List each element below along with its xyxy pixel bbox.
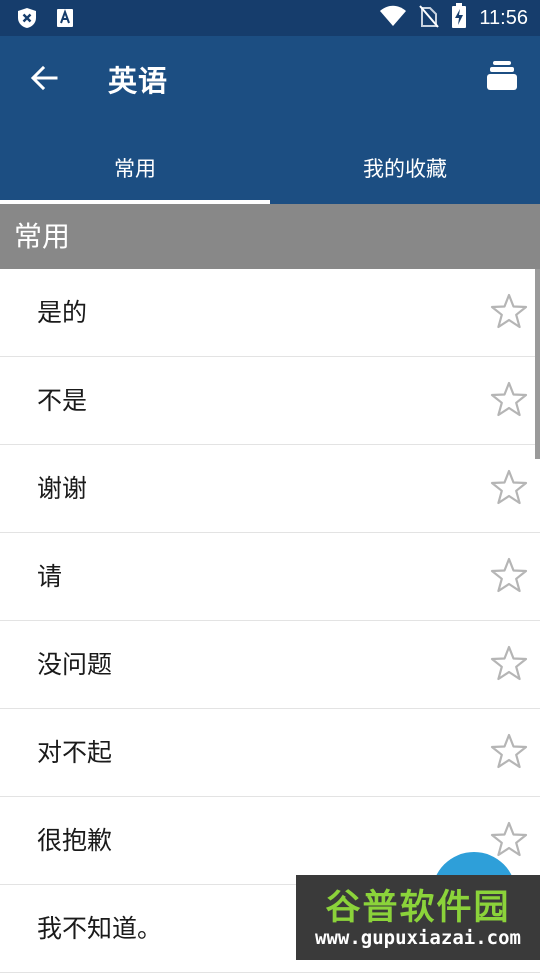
stack-icon — [486, 61, 518, 96]
app-bar: 英语 常用 我的收藏 — [0, 36, 540, 204]
list-item[interactable]: 没问题 — [0, 621, 540, 709]
star-icon[interactable] — [490, 557, 528, 595]
page-title: 英语 — [108, 64, 169, 98]
battery-charging-icon — [451, 3, 467, 33]
list-item[interactable]: 对不起 — [0, 709, 540, 797]
star-icon[interactable] — [490, 645, 528, 683]
watermark: 谷普软件园 www.gupuxiazai.com — [296, 875, 540, 960]
star-icon[interactable] — [490, 821, 528, 859]
font-a-icon — [54, 7, 76, 33]
arrow-left-icon — [30, 64, 58, 96]
status-bar: 11:56 — [0, 0, 540, 36]
scrollbar[interactable] — [535, 269, 540, 459]
star-icon[interactable] — [490, 381, 528, 419]
phrase-text: 是的 — [37, 298, 88, 327]
star-icon[interactable] — [490, 293, 528, 331]
no-sim-icon — [419, 4, 440, 32]
phrase-text: 谢谢 — [37, 474, 88, 503]
status-time: 11:56 — [479, 6, 528, 29]
list-item[interactable]: 谢谢 — [0, 445, 540, 533]
list-item[interactable]: 请 — [0, 533, 540, 621]
tab-label: 我的收藏 — [363, 157, 447, 181]
phrase-text: 我不知道。 — [37, 914, 163, 943]
list-item[interactable]: 不是 — [0, 357, 540, 445]
phrase-text: 不是 — [37, 386, 88, 415]
phrase-text: 对不起 — [37, 738, 113, 767]
back-button[interactable] — [24, 60, 64, 100]
list-item[interactable]: 是的 — [0, 269, 540, 357]
section-header: 常用 — [0, 204, 540, 269]
wifi-icon — [379, 5, 407, 31]
phrase-text: 请 — [37, 562, 63, 591]
tab-label: 常用 — [114, 157, 156, 181]
shield-x-icon — [16, 7, 38, 33]
phrase-text: 没问题 — [37, 650, 113, 679]
star-icon[interactable] — [490, 733, 528, 771]
watermark-title: 谷普软件园 — [325, 888, 511, 928]
phrase-text: 很抱歉 — [37, 826, 113, 855]
stack-button[interactable] — [486, 58, 522, 98]
tab-favorites[interactable]: 我的收藏 — [270, 132, 540, 204]
star-icon[interactable] — [490, 469, 528, 507]
watermark-url: www.gupuxiazai.com — [315, 927, 521, 949]
tab-common[interactable]: 常用 — [0, 132, 270, 204]
